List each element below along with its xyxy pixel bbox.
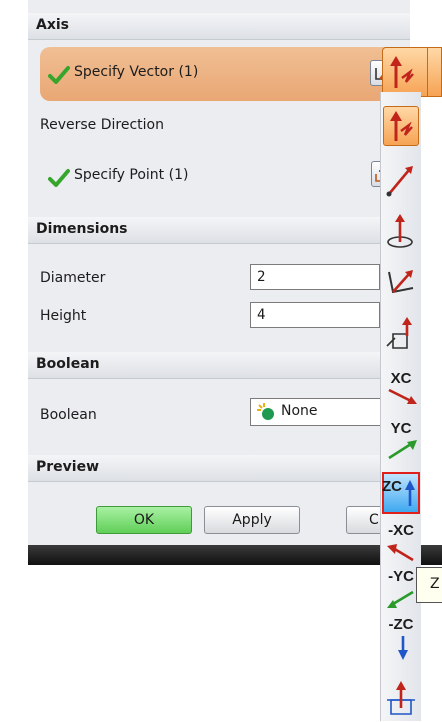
- tool-inferred-vector[interactable]: [383, 106, 419, 146]
- tool-neg-zc-axis[interactable]: -ZC: [383, 614, 419, 660]
- boolean-section-header[interactable]: Boolean: [28, 352, 410, 379]
- tool-normal-to-plane[interactable]: [383, 210, 419, 254]
- specify-point-label[interactable]: Specify Point (1): [74, 167, 188, 183]
- tooltip: Z: [416, 567, 442, 603]
- reverse-direction-label[interactable]: Reverse Direction: [40, 117, 164, 133]
- inferred-vector-icon: [390, 111, 413, 141]
- boolean-section-title: Boolean: [36, 356, 100, 372]
- inferred-vector-icon: [390, 56, 414, 88]
- inferred-vector-dropdown[interactable]: [382, 47, 442, 97]
- cylinder-dialog: Axis Specify Vector (1) Reverse Directio…: [28, 0, 410, 545]
- ok-button[interactable]: OK: [96, 506, 192, 534]
- neg-yc-arrow-icon: [387, 590, 414, 608]
- neg-xc-arrow-icon: [387, 544, 414, 562]
- curve-vector-icon: [386, 317, 412, 349]
- boolean-label: Boolean: [40, 407, 97, 423]
- checkmark-icon: [48, 66, 70, 84]
- specify-vector-row[interactable]: Specify Vector (1): [40, 47, 410, 101]
- apply-button[interactable]: Apply: [204, 506, 300, 534]
- xc-arrow-icon: [388, 388, 417, 404]
- view-direction-icon: [387, 681, 415, 715]
- boolean-select[interactable]: None: [250, 398, 390, 426]
- diameter-input[interactable]: 2: [250, 264, 380, 290]
- dimensions-section-header[interactable]: Dimensions: [28, 217, 410, 244]
- tool-yc-axis[interactable]: YC: [383, 418, 419, 462]
- neg-zc-arrow-icon: [398, 636, 408, 660]
- tool-angle-vector[interactable]: [383, 262, 419, 306]
- axis-section-title: Axis: [36, 17, 69, 33]
- height-input[interactable]: 4: [250, 302, 380, 328]
- tool-neg-xc-axis[interactable]: -XC: [383, 520, 419, 564]
- tool-zc-axis[interactable]: ZC: [382, 472, 420, 514]
- tool-xc-axis[interactable]: XC: [383, 368, 419, 412]
- axis-section-header[interactable]: Axis: [28, 13, 410, 40]
- yc-arrow-icon: [388, 440, 417, 460]
- dimensions-section-title: Dimensions: [36, 221, 128, 237]
- tool-view-direction[interactable]: [383, 678, 419, 722]
- zc-arrow-icon: [405, 480, 415, 506]
- normal-vector-icon: [387, 214, 413, 248]
- tool-neg-yc-axis[interactable]: -YC: [383, 566, 419, 610]
- preview-section-header[interactable]: Preview: [28, 455, 410, 482]
- tool-curve-vector[interactable]: [383, 314, 419, 358]
- boolean-value: None: [281, 403, 318, 419]
- vector-type-toolbar: XC YC ZC -XC -YC -ZC: [380, 92, 421, 721]
- checkmark-icon: [48, 169, 70, 187]
- angle-vector-icon: [388, 270, 414, 294]
- diameter-label: Diameter: [40, 270, 106, 286]
- tool-two-points[interactable]: [383, 158, 419, 202]
- two-points-vector-icon: [386, 166, 413, 197]
- boolean-none-icon: [257, 403, 274, 420]
- height-label: Height: [40, 308, 87, 324]
- preview-section-title: Preview: [36, 459, 100, 475]
- specify-vector-label: Specify Vector (1): [74, 64, 199, 80]
